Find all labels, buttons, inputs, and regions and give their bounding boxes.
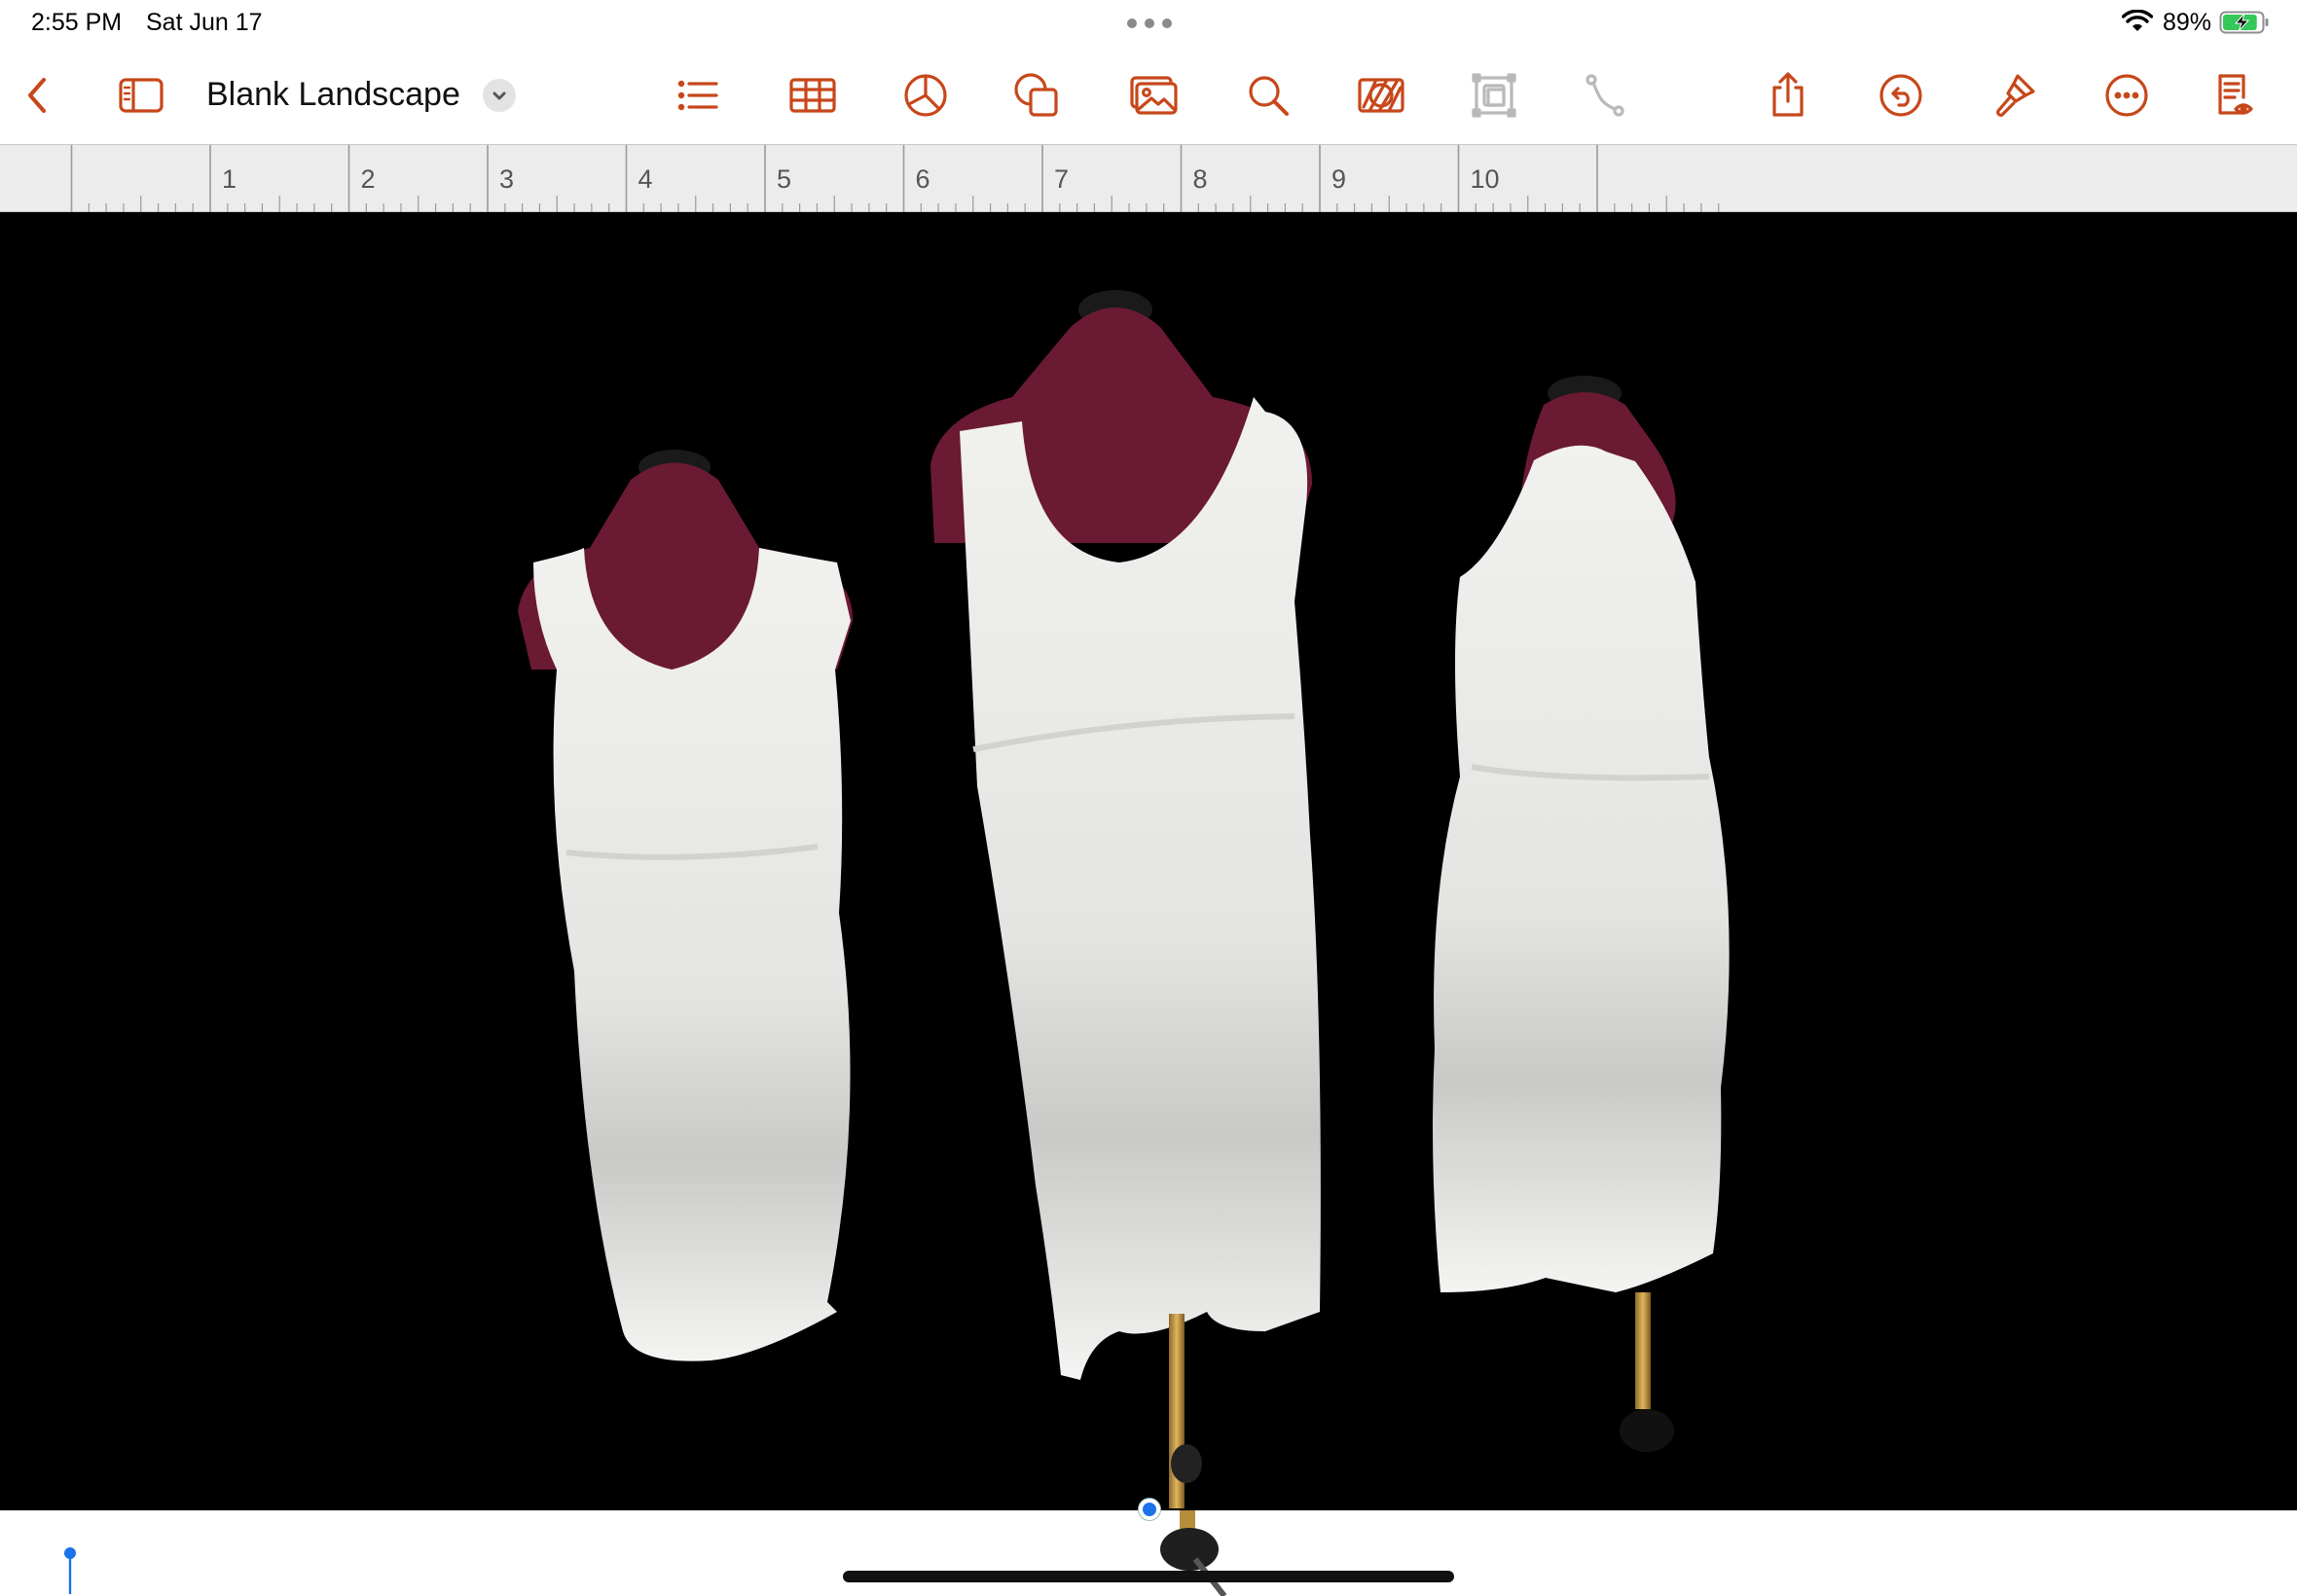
undo-button[interactable]	[1873, 68, 1929, 123]
list-icon	[677, 80, 718, 111]
instant-alpha-button[interactable]	[1353, 68, 1409, 123]
ruler-label: 7	[1054, 164, 1070, 194]
ruler-ticks	[70, 145, 1720, 213]
bottom-bar	[0, 1510, 2297, 1596]
ellipsis-icon	[2105, 74, 2148, 117]
insert-media-button[interactable]	[1125, 68, 1182, 123]
document-title[interactable]: Blank Landscape	[206, 76, 460, 114]
undo-icon	[1879, 74, 1922, 117]
battery-percent: 89%	[2163, 9, 2212, 36]
more-button[interactable]	[2098, 68, 2155, 123]
share-button[interactable]	[1760, 68, 1816, 123]
shapes-icon	[1014, 73, 1058, 117]
connection-icon	[1586, 74, 1624, 117]
slide-canvas[interactable]	[0, 212, 2297, 1510]
ruler-label: 5	[777, 164, 792, 194]
horizontal-ruler[interactable]: 1 2 3 4 5 6 7 8 9 10	[0, 144, 2297, 213]
insert-shape-button[interactable]	[1008, 68, 1065, 123]
photo-icon	[1130, 76, 1178, 115]
toolbar: Blank Landscape	[0, 47, 2297, 144]
connection-line-button[interactable]	[1577, 68, 1633, 123]
format-list-button[interactable]	[670, 68, 726, 123]
dress-form-left	[518, 450, 854, 1361]
status-date: Sat Jun 17	[146, 9, 263, 36]
multitask-dots-icon[interactable]	[1127, 18, 1172, 28]
sidebar-button[interactable]	[113, 68, 169, 123]
home-indicator[interactable]	[843, 1571, 1454, 1582]
dress-form-center	[930, 290, 1321, 1508]
ruler-label: 10	[1470, 164, 1500, 194]
dress-form-stand-base	[1160, 1510, 1227, 1596]
battery-charging-icon	[2219, 11, 2269, 34]
ruler-label: 8	[1192, 164, 1208, 194]
ruler-label: 1	[222, 164, 237, 194]
pie-chart-icon	[904, 74, 947, 117]
text-cursor-icon	[64, 1547, 76, 1594]
back-button[interactable]	[10, 68, 66, 123]
ruler-label: 4	[638, 164, 653, 194]
table-icon	[789, 78, 836, 113]
arrange-button[interactable]	[1466, 68, 1522, 123]
status-time: 2:55 PM	[31, 9, 123, 36]
reading-view-button[interactable]	[2206, 68, 2262, 123]
instant-alpha-icon	[1358, 78, 1404, 113]
dress-form-photo[interactable]	[0, 212, 2297, 1510]
dress-form-right	[1433, 376, 1730, 1452]
ruler-label: 3	[499, 164, 515, 194]
insert-table-button[interactable]	[784, 68, 841, 123]
chevron-down-icon	[492, 91, 506, 100]
document-view-icon	[2218, 74, 2253, 115]
search-icon	[1249, 76, 1289, 116]
status-bar: 2:55 PM Sat Jun 17 89%	[0, 0, 2297, 47]
wifi-icon	[2122, 10, 2153, 31]
insert-chart-button[interactable]	[897, 68, 954, 123]
format-brush-button[interactable]	[1986, 68, 2042, 123]
share-icon	[1772, 72, 1804, 117]
ruler-label: 9	[1331, 164, 1347, 194]
search-button[interactable]	[1240, 68, 1296, 123]
paintbrush-icon	[1996, 74, 2035, 117]
ruler-label: 6	[915, 164, 930, 194]
ruler-label: 2	[360, 164, 376, 194]
selection-handle[interactable]	[1139, 1499, 1160, 1520]
chevron-left-icon	[28, 78, 46, 113]
title-menu-button[interactable]	[483, 79, 516, 112]
sidebar-icon	[119, 78, 164, 113]
arrange-icon	[1472, 73, 1516, 118]
